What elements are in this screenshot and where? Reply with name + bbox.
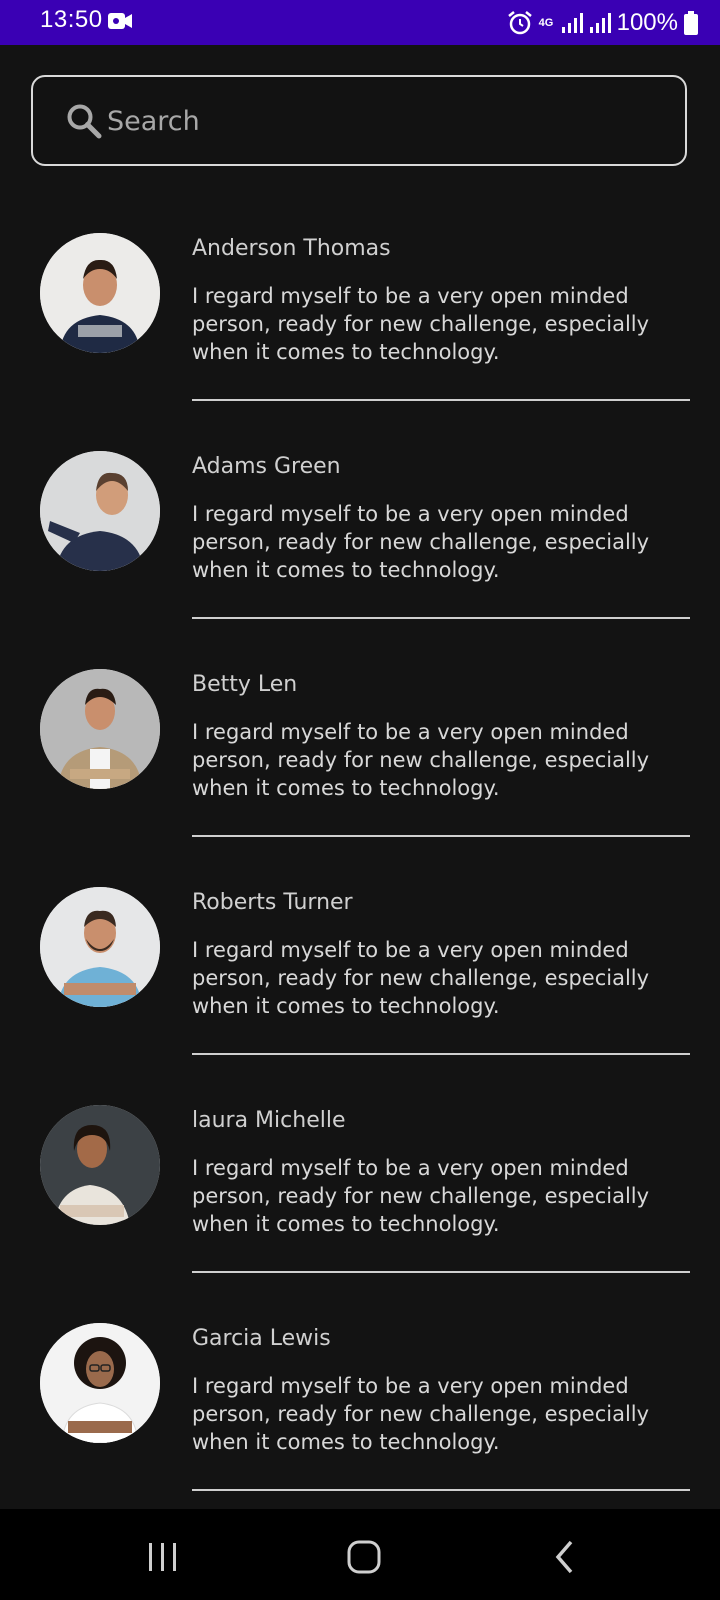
avatar: [40, 669, 160, 789]
battery-icon: [684, 11, 698, 35]
contact-name: Adams Green: [192, 454, 341, 479]
battery-percent: 100%: [616, 9, 678, 36]
contact-name: Anderson Thomas: [192, 236, 391, 261]
list-item[interactable]: Garcia Lewis I regard myself to be a ver…: [0, 1290, 720, 1508]
status-time: 13:50: [40, 6, 103, 33]
home-button[interactable]: [334, 1537, 394, 1577]
search-box[interactable]: [31, 75, 687, 166]
search-icon: [67, 104, 102, 139]
avatar: [40, 233, 160, 353]
avatar: [40, 451, 160, 571]
divider: [192, 1271, 690, 1273]
status-icons: 4G 100%: [507, 6, 698, 40]
home-icon: [347, 1540, 381, 1574]
recents-button[interactable]: [133, 1537, 193, 1577]
alarm-icon: [507, 11, 532, 35]
list-item[interactable]: Adams Green I regard myself to be a very…: [0, 418, 720, 636]
list-item[interactable]: Roberts Turner I regard myself to be a v…: [0, 854, 720, 1072]
signal-icon: [561, 13, 583, 33]
contact-bio: I regard myself to be a very open minded…: [192, 284, 650, 364]
contact-name: Betty Len: [192, 672, 298, 697]
divider: [192, 1489, 690, 1491]
list-item[interactable]: laura Michelle I regard myself to be a v…: [0, 1072, 720, 1290]
network-type: 4G: [538, 16, 554, 29]
recents-icon: [149, 1543, 176, 1571]
video-icon: [108, 13, 132, 29]
back-icon: [555, 1540, 573, 1574]
contact-bio: I regard myself to be a very open minded…: [192, 502, 650, 582]
contact-bio: I regard myself to be a very open minded…: [192, 1374, 650, 1454]
contact-bio: I regard myself to be a very open minded…: [192, 720, 650, 800]
navigation-bar: [0, 1509, 720, 1600]
signal-icon-2: [589, 13, 611, 33]
divider: [192, 835, 690, 837]
contact-name: Roberts Turner: [192, 890, 353, 915]
avatar: [40, 1323, 160, 1443]
contact-list: Anderson Thomas I regard myself to be a …: [0, 200, 720, 1508]
divider: [192, 399, 690, 401]
contact-bio: I regard myself to be a very open minded…: [192, 938, 650, 1018]
search-input[interactable]: [105, 77, 669, 166]
contact-name: laura Michelle: [192, 1108, 346, 1133]
list-item[interactable]: Betty Len I regard myself to be a very o…: [0, 636, 720, 854]
divider: [192, 617, 690, 619]
contact-bio: I regard myself to be a very open minded…: [192, 1156, 650, 1236]
status-bar: 13:50 4G 100%: [0, 0, 720, 45]
contact-name: Garcia Lewis: [192, 1326, 331, 1351]
avatar: [40, 887, 160, 1007]
list-item[interactable]: Anderson Thomas I regard myself to be a …: [0, 200, 720, 418]
divider: [192, 1053, 690, 1055]
avatar: [40, 1105, 160, 1225]
back-button[interactable]: [535, 1537, 595, 1577]
